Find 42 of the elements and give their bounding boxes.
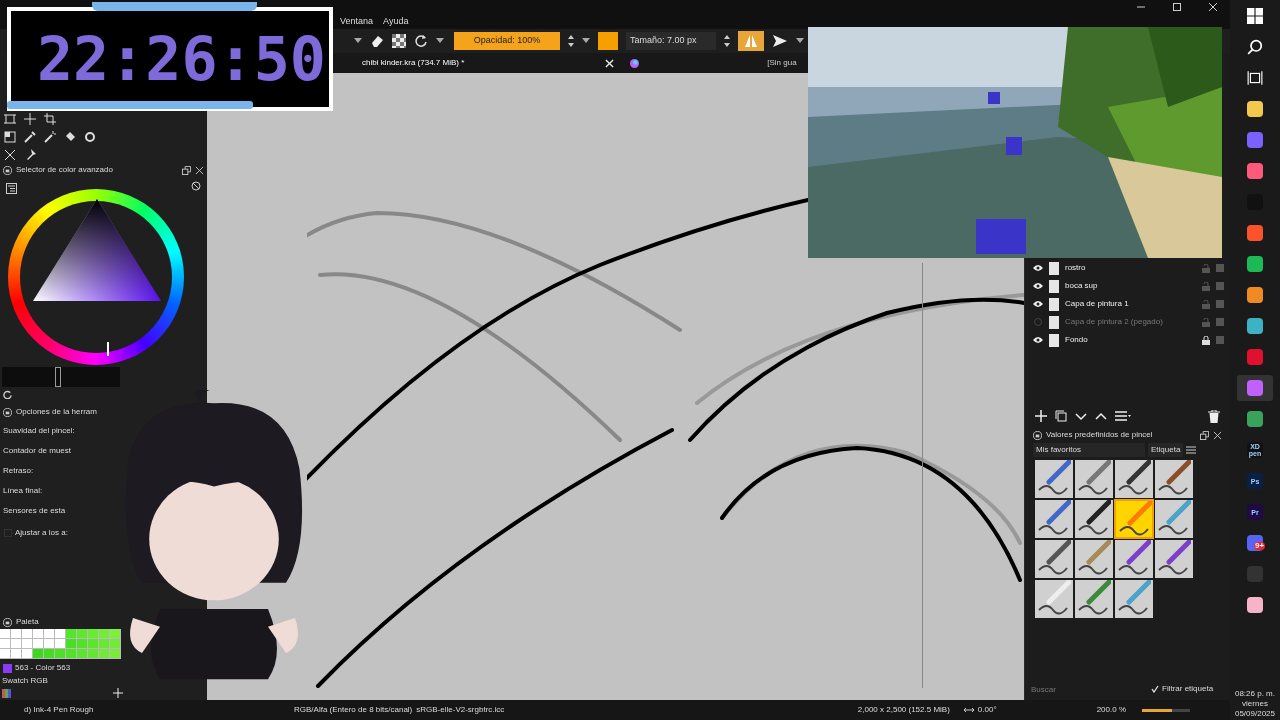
- panel-title: Opciones de la herram: [16, 406, 97, 418]
- checkbox-label: Ajustar a los a:: [15, 527, 68, 539]
- panel-title: Paleta: [16, 616, 39, 628]
- notification-badge: 9+: [1254, 542, 1266, 550]
- layer-name: Fondo: [1065, 334, 1089, 346]
- layer-name: Capa de pintura 1: [1065, 298, 1130, 310]
- tag-dropdown[interactable]: Mis favoritos: [1033, 443, 1145, 457]
- option-label: Suavidad del pincel:: [3, 425, 75, 437]
- date-text[interactable]: 05/09/2025: [1234, 709, 1275, 719]
- checkbox-label: Filtrar etiqueta: [1162, 683, 1214, 695]
- search-field[interactable]: Buscar: [1031, 682, 1141, 696]
- layer-row[interactable]: Capa de pintura 1: [1033, 295, 1226, 313]
- layer-row[interactable]: boca sup: [1033, 277, 1226, 295]
- brush-name: d) Ink-4 Pen Rough: [24, 705, 94, 714]
- image-size-text: 2,000 x 2,500 (152.5 MiB): [857, 704, 950, 716]
- document-tab[interactable]: [Sin gua: [767, 53, 797, 73]
- option-label: Línea final:: [3, 485, 43, 497]
- option-label: Contador de muest: [3, 445, 72, 457]
- rotation-text: 0.00°: [977, 704, 997, 716]
- layer-row[interactable]: Fondo: [1033, 331, 1226, 349]
- opacity-slider[interactable]: Opacidad: 100%: [454, 32, 560, 50]
- menu-item[interactable]: Ayuda: [383, 14, 409, 29]
- option-label: Sensores de esta: [3, 505, 66, 517]
- option-label: Retraso:: [3, 465, 34, 477]
- clock-digits: 22:26:50: [37, 29, 326, 89]
- clock-time[interactable]: 08:26 p. m.: [1234, 689, 1275, 699]
- size-field[interactable]: Tamaño: 7.00 px: [626, 32, 716, 50]
- layer-name: Capa de pintura 2 (pegado): [1065, 316, 1164, 328]
- tag-button[interactable]: Etiqueta: [1148, 443, 1184, 457]
- panel-title: Valores predefinidos de pincel: [1046, 429, 1154, 441]
- color-profile-text: sRGB-elle-V2-srgbtrc.icc: [416, 704, 505, 716]
- color-space-text: RGB/Alfa (Entero de 8 bits/canal): [294, 704, 413, 716]
- layer-name: boca sup: [1065, 280, 1099, 292]
- panel-title: Selector de color avanzado: [16, 164, 114, 176]
- palette-name: Swatch RGB: [1, 675, 49, 686]
- zoom-text: 200.0 %: [1096, 704, 1126, 716]
- layer-name: rostro: [1065, 262, 1087, 274]
- weekday-text[interactable]: viernes: [1242, 699, 1268, 709]
- app-icon[interactable]: 9+: [1247, 535, 1263, 551]
- color-name: 563 - Color 563: [15, 662, 71, 674]
- menu-item[interactable]: Ventana: [340, 14, 374, 29]
- layer-row[interactable]: rostro: [1033, 259, 1226, 277]
